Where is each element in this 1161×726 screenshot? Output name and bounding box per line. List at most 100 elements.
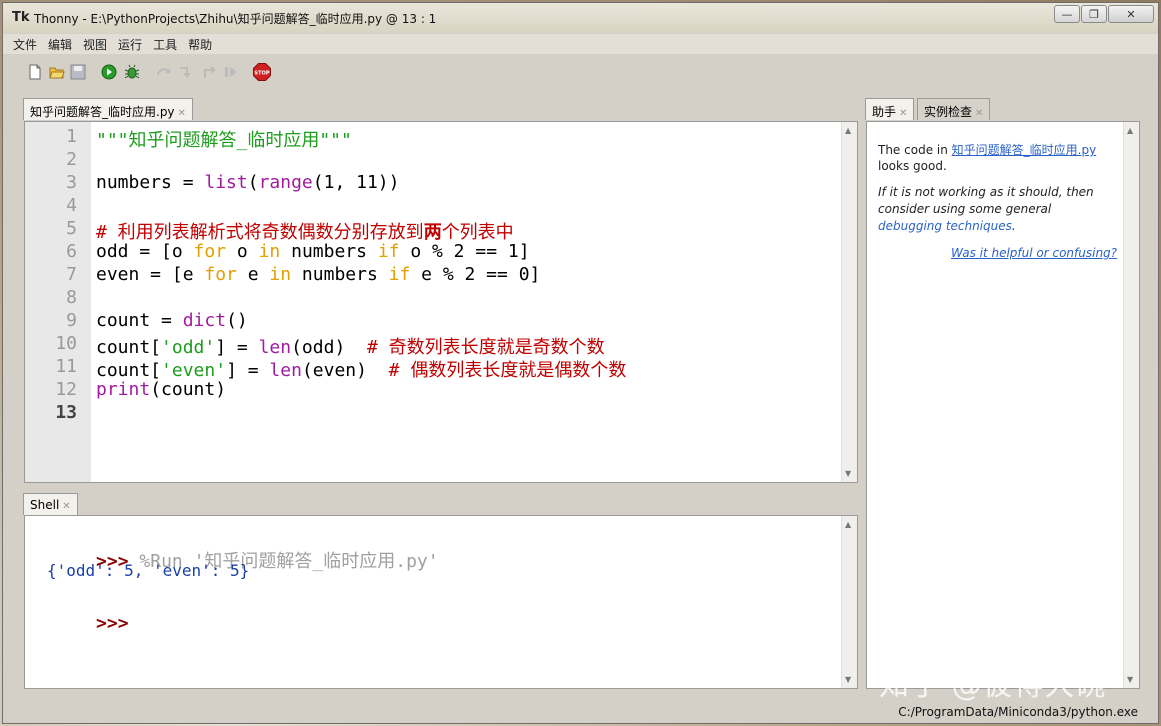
line-number: 8 <box>66 287 77 308</box>
shell-run-line: >>> %Run '知乎问题解答_临时应用.py' <box>31 526 439 594</box>
code-token: (1, 11)) <box>312 172 400 193</box>
line-number: 5 <box>66 218 77 239</box>
code-line[interactable]: count = dict() <box>96 310 248 331</box>
assistant-hint-line2: consider using some general <box>878 202 1051 216</box>
code-token: # 利用列表解析式将奇数偶数分别存放到 <box>96 222 424 243</box>
code-line[interactable]: print(count) <box>96 379 226 400</box>
new-file-icon[interactable] <box>27 64 43 80</box>
line-number: 11 <box>55 356 77 377</box>
assistant-period: . <box>1011 219 1016 233</box>
line-number: 7 <box>66 264 77 285</box>
close-button[interactable]: ✕ <box>1108 5 1154 23</box>
shell-console[interactable]: >>> %Run '知乎问题解答_临时应用.py' {'odd': 5, 'ev… <box>24 515 858 689</box>
open-file-icon[interactable] <box>49 64 65 80</box>
tab-object-inspector[interactable]: 实例检查 ✕ <box>917 98 991 120</box>
assistant-hint-text-2: consider using some general <box>878 202 1052 216</box>
code-token: if <box>377 241 400 262</box>
scroll-down-icon[interactable]: ▼ <box>845 469 851 478</box>
close-tab-icon[interactable]: ✕ <box>178 108 186 119</box>
close-tab-icon[interactable]: ✕ <box>975 108 983 119</box>
shell-input-line[interactable]: >>> <box>31 592 129 655</box>
assistant-hint-text-1: If it is not working as it should, then <box>878 185 1094 199</box>
line-number: 2 <box>66 149 77 170</box>
save-icon[interactable] <box>70 64 86 80</box>
tab-editor-file[interactable]: 知乎问题解答_临时应用.py ✕ <box>23 98 193 120</box>
menu-help[interactable]: 帮助 <box>188 36 212 53</box>
assistant-scrollbar[interactable]: ▲ ▼ <box>1123 122 1139 688</box>
tab-assistant-label: 助手 <box>872 105 897 119</box>
code-token: 'odd' <box>161 337 216 358</box>
scroll-up-icon[interactable]: ▲ <box>845 126 851 135</box>
code-token: ] = <box>215 337 259 358</box>
code-token: if <box>388 264 411 285</box>
menu-bar: 文件 编辑 视图 运行 工具 帮助 <box>3 34 1158 54</box>
menu-view[interactable]: 视图 <box>83 36 107 53</box>
assistant-hint-line1: If it is not working as it should, then <box>878 185 1094 199</box>
shell-scrollbar[interactable]: ▲ ▼ <box>841 516 857 688</box>
close-tab-icon[interactable]: ✕ <box>62 501 70 512</box>
code-token: 两 <box>423 222 442 243</box>
thonny-app-icon: Tk <box>12 10 30 25</box>
code-token: in <box>258 241 281 262</box>
restore-icon: ❐ <box>1089 7 1099 21</box>
code-token: 个列表中 <box>441 222 514 243</box>
code-token: ] = <box>226 360 270 381</box>
maximize-button[interactable]: ❐ <box>1081 5 1107 23</box>
minimize-button[interactable]: — <box>1054 5 1080 23</box>
line-number-current: 13 <box>55 402 77 423</box>
tab-shell[interactable]: Shell ✕ <box>23 493 78 515</box>
code-token: numbers = <box>96 172 205 193</box>
minimize-icon: — <box>1061 7 1073 21</box>
title-bar[interactable]: Tk Thonny - E:\PythonProjects\Zhihu\知乎问题… <box>3 3 1158 33</box>
code-token: for <box>204 264 237 285</box>
debug-icon[interactable] <box>124 64 140 80</box>
assistant-feedback-line: Was it helpful or confusing? <box>951 246 1117 260</box>
code-line[interactable]: even = [e for e in numbers if e % 2 == 0… <box>96 264 540 285</box>
assistant-looks-good: looks good. <box>878 159 947 173</box>
code-token: count = <box>96 310 183 331</box>
step-out-icon[interactable] <box>201 64 217 80</box>
shell-prompt: >>> <box>96 613 129 634</box>
code-line[interactable]: odd = [o for o in numbers if o % 2 == 1] <box>96 241 530 262</box>
thonny-window: Tk Thonny - E:\PythonProjects\Zhihu\知乎问题… <box>2 2 1159 724</box>
editor-scrollbar[interactable]: ▲ ▼ <box>841 122 857 482</box>
step-over-icon[interactable] <box>156 64 172 80</box>
menu-edit[interactable]: 编辑 <box>48 36 72 53</box>
stop-icon-label: STOP <box>254 71 270 77</box>
code-line[interactable]: """知乎问题解答_临时应用""" <box>96 126 352 152</box>
run-icon[interactable] <box>101 64 117 80</box>
scroll-down-icon[interactable]: ▼ <box>845 675 851 684</box>
tab-shell-label: Shell <box>30 498 60 512</box>
assistant-code-line: The code in 知乎问题解答_临时应用.py <box>878 141 1096 158</box>
close-icon: ✕ <box>1126 7 1136 21</box>
code-token: (even) <box>301 360 389 381</box>
code-token: len <box>258 337 292 358</box>
debugging-techniques-link[interactable]: debugging techniques <box>878 219 1012 233</box>
code-line[interactable]: numbers = list(range(1, 11)) <box>96 172 399 193</box>
assistant-file-link[interactable]: 知乎问题解答_临时应用.py <box>952 143 1097 157</box>
code-token: # 偶数列表长度就是偶数个数 <box>388 360 627 381</box>
step-into-icon[interactable] <box>178 64 194 80</box>
interpreter-status[interactable]: C:/ProgramData/Miniconda3/python.exe <box>898 705 1138 719</box>
feedback-link[interactable]: Was it helpful or confusing? <box>951 246 1117 260</box>
scroll-down-icon[interactable]: ▼ <box>1127 675 1133 684</box>
assistant-debug-line: debugging techniques. <box>878 219 1016 233</box>
line-number: 1 <box>66 126 77 147</box>
menu-run[interactable]: 运行 <box>118 36 142 53</box>
tab-object-inspector-label: 实例检查 <box>924 105 973 119</box>
resume-icon[interactable] <box>223 64 239 80</box>
window-title: Thonny - E:\PythonProjects\Zhihu\知乎问题解答_… <box>34 12 437 26</box>
code-token: ( <box>247 172 259 193</box>
close-tab-icon[interactable]: ✕ <box>899 108 907 119</box>
window-controls: — ❐ ✕ <box>1053 5 1154 23</box>
scroll-up-icon[interactable]: ▲ <box>845 520 851 529</box>
code-editor[interactable]: 1 2 3 4 5 6 7 8 9 10 11 12 13 """知乎问题解答_… <box>24 121 858 483</box>
stop-icon[interactable]: STOP <box>253 63 271 81</box>
shell-output: {'odd': 5, 'even': 5} <box>47 561 250 580</box>
code-token: (odd) <box>291 337 367 358</box>
menu-tools[interactable]: 工具 <box>153 36 177 53</box>
tab-assistant[interactable]: 助手 ✕ <box>865 98 915 120</box>
code-token: range <box>258 172 313 193</box>
scroll-up-icon[interactable]: ▲ <box>1127 126 1133 135</box>
menu-file[interactable]: 文件 <box>13 36 37 53</box>
